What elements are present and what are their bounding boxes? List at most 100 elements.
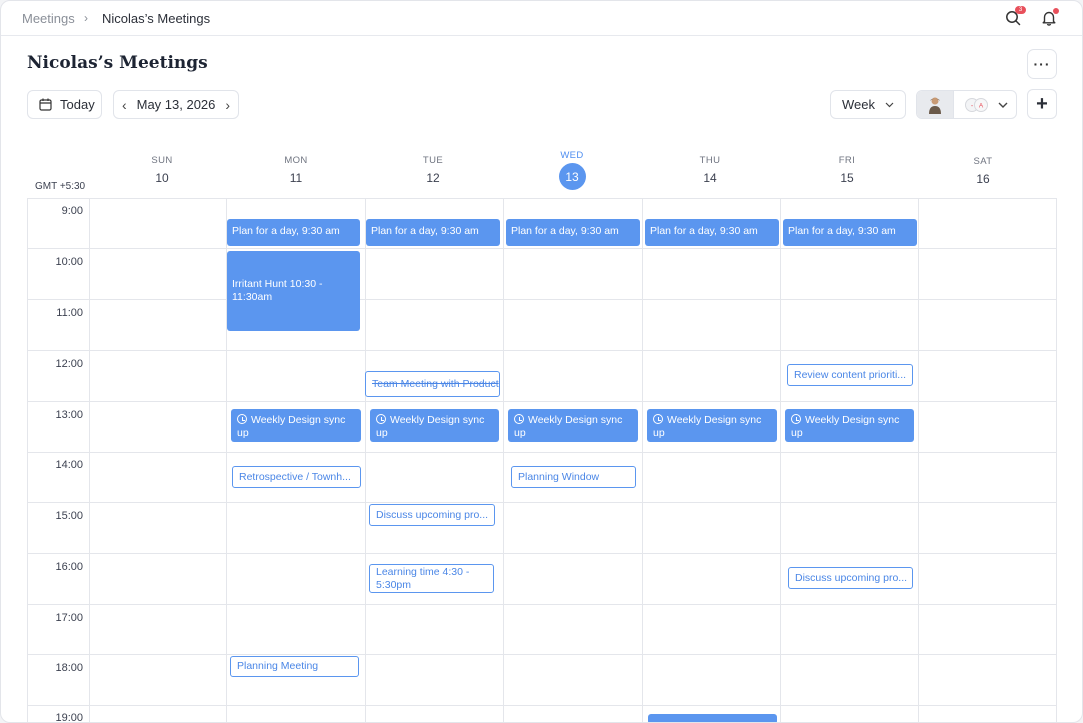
hour-label: 14:00	[55, 459, 83, 471]
date-navigator: ‹ May 13, 2026 ›	[113, 90, 239, 119]
top-bar: Meetings › Nicolas’s Meetings 3	[1, 1, 1082, 36]
plus-icon: +	[1036, 92, 1048, 115]
event-weekly-design-sync[interactable]: Weekly Design sync up	[508, 409, 638, 442]
event-discuss-upcoming[interactable]: Discuss upcoming pro...	[788, 567, 913, 589]
event-title: Weekly Design sync up	[514, 414, 623, 439]
event-plan-for-a-day[interactable]: Plan for a day, 9:30 am	[227, 219, 360, 246]
event-plan-for-a-day[interactable]: Plan for a day, 9:30 am	[366, 219, 500, 246]
hour-label: 10:00	[55, 256, 83, 268]
event-irritant-hunt[interactable]: Irritant Hunt 10:30 - 11:30am	[227, 251, 360, 331]
grid-divider	[918, 198, 919, 722]
hour-label: 15:00	[55, 510, 83, 522]
day-name: SAT	[973, 156, 993, 167]
clock-icon	[791, 414, 801, 424]
chevron-down-icon	[885, 102, 894, 107]
hour-label: 18:00	[55, 662, 83, 674]
grid-divider	[27, 350, 1057, 351]
day-header-wed[interactable]: WED 13	[522, 150, 622, 190]
page-title: Nicolas’s Meetings	[27, 53, 208, 73]
hour-label: 11:00	[56, 307, 83, 319]
day-number: 12	[426, 171, 440, 185]
current-date[interactable]: May 13, 2026	[137, 97, 216, 112]
day-header-mon[interactable]: MON 11	[246, 155, 346, 185]
grid-divider	[27, 452, 1057, 453]
day-number: 14	[703, 171, 717, 185]
day-name: MON	[284, 155, 308, 166]
grid-divider	[27, 553, 1057, 554]
more-options-button[interactable]: ···	[1027, 49, 1057, 79]
chevron-down-icon	[998, 102, 1008, 108]
event-title: Weekly Design sync up	[376, 414, 485, 439]
hour-label: 13:00	[55, 409, 83, 421]
grid-divider	[27, 299, 1057, 300]
event-team-meeting[interactable]: Team Meeting with Product	[365, 371, 500, 397]
clock-icon	[376, 414, 386, 424]
day-name: WED	[560, 150, 584, 161]
day-header-tue[interactable]: TUE 12	[383, 155, 483, 185]
grid-divider	[1056, 198, 1057, 722]
notification-dot	[1053, 8, 1059, 14]
user-avatar-icon	[929, 97, 941, 114]
event-planning-window[interactable]: Planning Window	[511, 466, 636, 488]
day-number: 15	[840, 171, 854, 185]
hour-label: 12:00	[55, 358, 83, 370]
event-weekly-design-sync[interactable]: Weekly Design sync up	[785, 409, 914, 442]
day-header-fri[interactable]: FRI 15	[797, 155, 897, 185]
event-weekly-design-sync[interactable]: Weekly Design sync up	[647, 409, 777, 442]
day-number: 10	[155, 171, 169, 185]
add-event-button[interactable]: +	[1027, 89, 1057, 119]
breadcrumb-current: Nicolas’s Meetings	[102, 11, 211, 26]
event-partial[interactable]	[648, 714, 777, 722]
clock-icon	[237, 414, 247, 424]
today-button[interactable]: Today	[27, 90, 102, 119]
timezone-label: GMT +5:30	[35, 181, 86, 192]
people-filter[interactable]: - A	[916, 90, 1017, 119]
event-learning-time[interactable]: Learning time 4:30 - 5:30pm	[369, 564, 494, 593]
hour-label: 9:00	[61, 205, 83, 217]
grid-divider	[27, 604, 1057, 605]
search-badge: 3	[1015, 6, 1026, 14]
event-title: Weekly Design sync up	[791, 414, 900, 439]
grid-divider	[503, 198, 504, 722]
event-plan-for-a-day[interactable]: Plan for a day, 9:30 am	[783, 219, 917, 246]
day-header-sat[interactable]: SAT 16	[933, 156, 1033, 186]
notifications-button[interactable]	[1038, 7, 1060, 29]
week-grid[interactable]	[27, 198, 1057, 722]
day-name: FRI	[838, 155, 856, 166]
grid-divider	[27, 248, 1057, 249]
day-name: THU	[699, 155, 721, 166]
participants-icon: - A	[965, 98, 988, 112]
app-window: Meetings › Nicolas’s Meetings 3 Nicolas’…	[0, 0, 1083, 723]
grid-divider	[365, 198, 366, 722]
grid-divider	[27, 705, 1057, 706]
clock-icon	[514, 414, 524, 424]
day-number: 11	[289, 171, 303, 185]
event-plan-for-a-day[interactable]: Plan for a day, 9:30 am	[506, 219, 640, 246]
breadcrumb-meetings[interactable]: Meetings	[22, 11, 75, 26]
hour-label: 19:00	[55, 712, 83, 723]
search-notifications-button[interactable]: 3	[1002, 6, 1026, 29]
event-discuss-upcoming[interactable]: Discuss upcoming pro...	[369, 504, 495, 526]
event-plan-for-a-day[interactable]: Plan for a day, 9:30 am	[645, 219, 779, 246]
chevron-left-icon[interactable]: ‹	[122, 97, 127, 113]
event-planning-meeting[interactable]: Planning Meeting	[230, 656, 359, 677]
view-label: Week	[842, 97, 875, 112]
day-header-sun[interactable]: SUN 10	[112, 155, 212, 185]
event-retrospective[interactable]: Retrospective / Townh...	[232, 466, 361, 488]
today-label: Today	[60, 97, 95, 112]
breadcrumb-separator-icon: ›	[84, 11, 88, 25]
hour-label: 16:00	[55, 561, 83, 573]
event-weekly-design-sync[interactable]: Weekly Design sync up	[231, 409, 361, 442]
day-header-thu[interactable]: THU 14	[660, 155, 760, 185]
grid-divider	[27, 654, 1057, 655]
event-weekly-design-sync[interactable]: Weekly Design sync up	[370, 409, 499, 442]
clock-icon	[653, 414, 663, 424]
calendar-icon	[39, 98, 52, 111]
today-indicator: 13	[558, 163, 586, 190]
event-review-content[interactable]: Review content prioriti...	[787, 364, 913, 386]
view-select[interactable]: Week	[830, 90, 906, 119]
chevron-right-icon[interactable]: ›	[225, 97, 230, 113]
event-title: Weekly Design sync up	[237, 414, 346, 439]
day-name: TUE	[422, 155, 444, 166]
grid-divider	[780, 198, 781, 722]
